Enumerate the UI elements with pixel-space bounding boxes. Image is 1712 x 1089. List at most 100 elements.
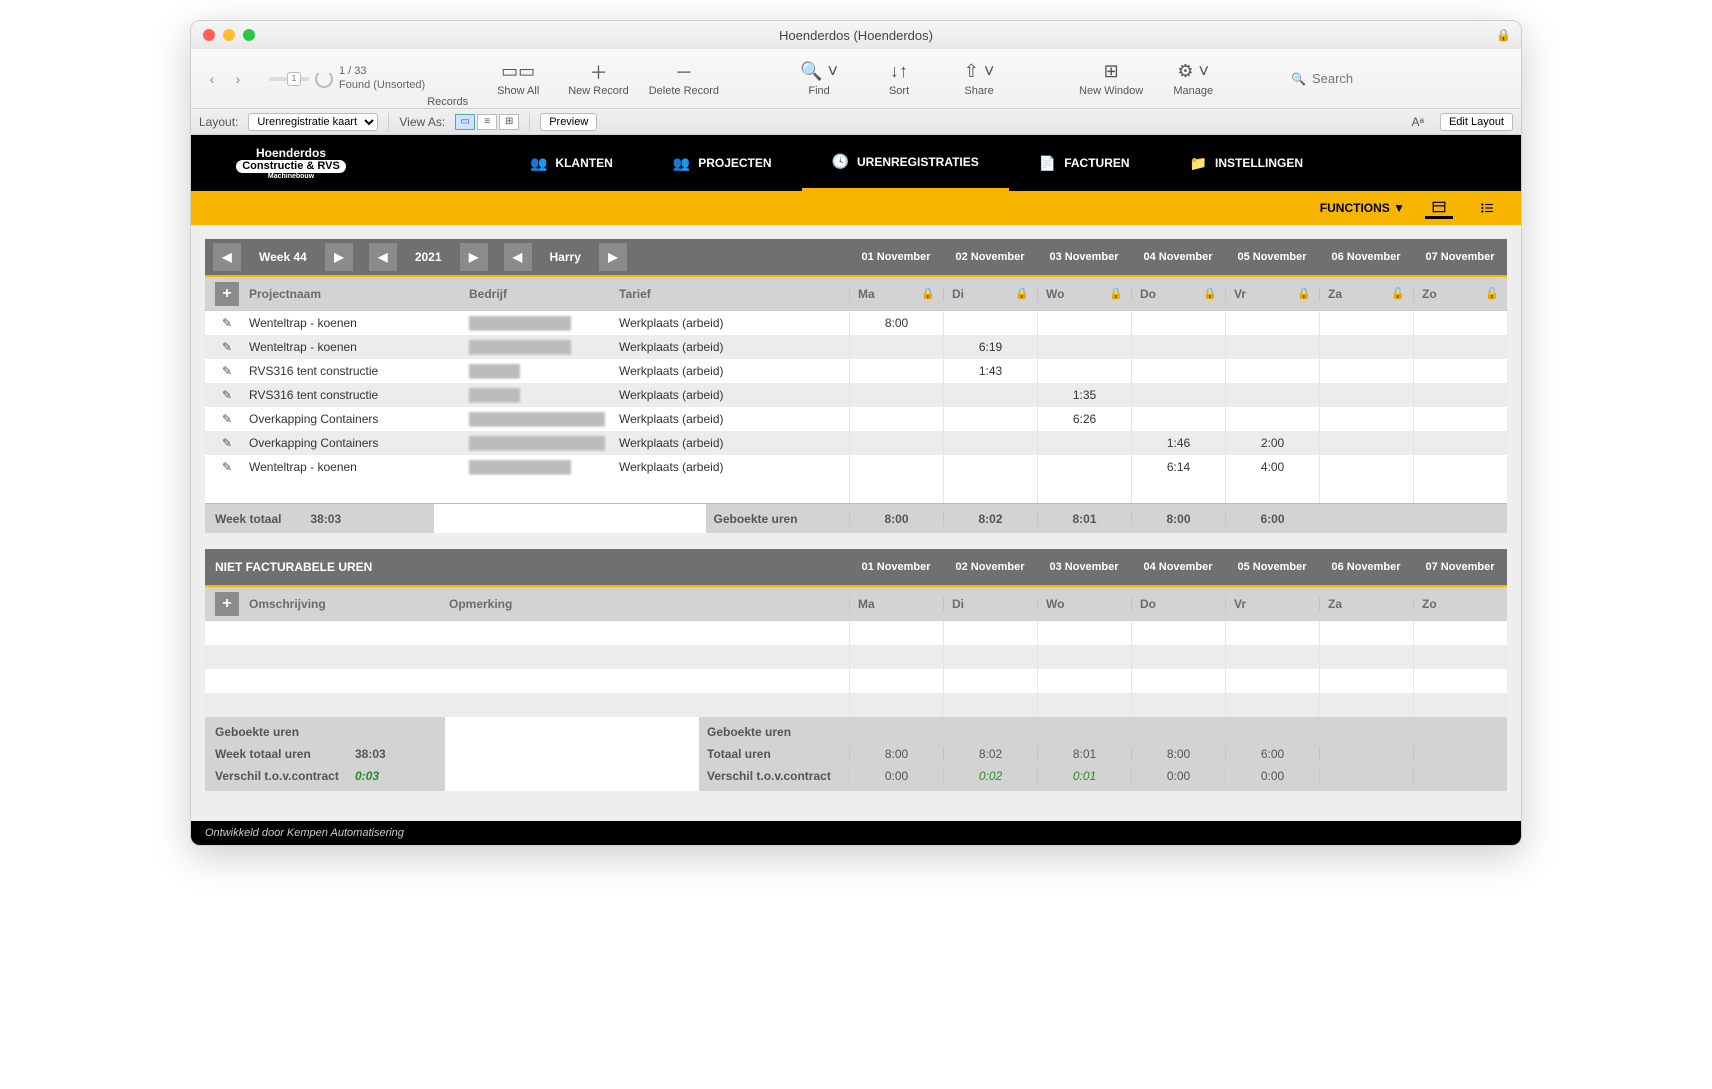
nav-projecten[interactable]: 👥 PROJECTEN: [643, 135, 802, 191]
next-year-button[interactable]: ▶: [460, 243, 488, 271]
hours-cell[interactable]: [1413, 383, 1507, 407]
hours-cell[interactable]: [1225, 359, 1319, 383]
add-non-billable-button[interactable]: +: [215, 592, 239, 616]
prev-record-button[interactable]: ‹: [201, 68, 223, 90]
hours-cell[interactable]: [1225, 669, 1319, 693]
hours-cell[interactable]: [1225, 621, 1319, 645]
edit-row-button[interactable]: ✎: [205, 388, 249, 402]
nav-urenregistraties[interactable]: 🕓 URENREGISTRATIES: [802, 135, 1009, 191]
hours-cell[interactable]: [1319, 669, 1413, 693]
hours-cell[interactable]: [1131, 359, 1225, 383]
show-all-button[interactable]: ▭▭ Show All: [488, 61, 548, 97]
search-input[interactable]: 🔍: [1291, 68, 1511, 90]
hours-cell[interactable]: [1037, 455, 1131, 479]
find-button[interactable]: 🔍 ˅ Find: [789, 61, 849, 97]
hours-cell[interactable]: [849, 407, 943, 431]
edit-row-button[interactable]: ✎: [205, 364, 249, 378]
hours-cell[interactable]: [943, 621, 1037, 645]
hours-cell[interactable]: [1037, 359, 1131, 383]
prev-week-button[interactable]: ◀: [213, 243, 241, 271]
hours-cell[interactable]: [943, 407, 1037, 431]
sort-button[interactable]: ↓↑ Sort: [869, 61, 929, 97]
view-list-button[interactable]: [1473, 197, 1501, 219]
hours-cell[interactable]: [1413, 645, 1507, 669]
new-window-button[interactable]: ⊞ New Window: [1079, 61, 1143, 97]
next-record-button[interactable]: ›: [227, 68, 249, 90]
prev-year-button[interactable]: ◀: [369, 243, 397, 271]
edit-row-button[interactable]: ✎: [205, 436, 249, 450]
hours-cell[interactable]: [1037, 645, 1131, 669]
hours-cell[interactable]: [943, 383, 1037, 407]
hours-cell[interactable]: [849, 335, 943, 359]
hours-cell[interactable]: [943, 431, 1037, 455]
preview-button[interactable]: Preview: [540, 113, 597, 131]
hours-cell[interactable]: [849, 455, 943, 479]
next-person-button[interactable]: ▶: [599, 243, 627, 271]
hours-cell[interactable]: [1225, 693, 1319, 717]
hours-cell[interactable]: [849, 621, 943, 645]
prev-person-button[interactable]: ◀: [504, 243, 532, 271]
hours-cell[interactable]: [943, 311, 1037, 335]
hours-cell[interactable]: [849, 669, 943, 693]
hours-cell[interactable]: [849, 383, 943, 407]
hours-cell[interactable]: [1225, 407, 1319, 431]
view-card-button[interactable]: [1425, 197, 1453, 219]
hours-cell[interactable]: [1225, 311, 1319, 335]
hours-cell[interactable]: [1413, 311, 1507, 335]
hours-cell[interactable]: [1037, 431, 1131, 455]
edit-row-button[interactable]: ✎: [205, 412, 249, 426]
hours-cell[interactable]: [1131, 669, 1225, 693]
hours-cell[interactable]: 1:46: [1131, 431, 1225, 455]
hours-cell[interactable]: [1037, 693, 1131, 717]
hours-cell[interactable]: [1413, 455, 1507, 479]
hours-cell[interactable]: 6:14: [1131, 455, 1225, 479]
hours-cell[interactable]: [1319, 383, 1413, 407]
hours-cell[interactable]: [849, 431, 943, 455]
hours-cell[interactable]: [1037, 335, 1131, 359]
hours-cell[interactable]: [943, 645, 1037, 669]
hours-cell[interactable]: [1225, 645, 1319, 669]
text-formatting-button[interactable]: Aᵃ: [1411, 115, 1423, 129]
hours-cell[interactable]: [1319, 359, 1413, 383]
hours-cell[interactable]: [1413, 359, 1507, 383]
nav-facturen[interactable]: 📄 FACTUREN: [1009, 135, 1160, 191]
hours-cell[interactable]: [1413, 693, 1507, 717]
edit-layout-button[interactable]: Edit Layout: [1440, 113, 1513, 131]
new-record-button[interactable]: ＋ New Record: [568, 61, 629, 97]
hours-cell[interactable]: [1319, 431, 1413, 455]
hours-cell[interactable]: [1131, 693, 1225, 717]
hours-cell[interactable]: [1413, 431, 1507, 455]
view-table-button[interactable]: ⊞: [499, 114, 519, 130]
hours-cell[interactable]: [1131, 311, 1225, 335]
hours-cell[interactable]: 6:26: [1037, 407, 1131, 431]
hours-cell[interactable]: 6:19: [943, 335, 1037, 359]
hours-cell[interactable]: 4:00: [1225, 455, 1319, 479]
view-list-button[interactable]: ≡: [477, 114, 497, 130]
nav-instellingen[interactable]: 📁 INSTELLINGEN: [1160, 135, 1333, 191]
hours-cell[interactable]: [1413, 669, 1507, 693]
delete-record-button[interactable]: － Delete Record: [649, 61, 719, 97]
hours-cell[interactable]: [1131, 407, 1225, 431]
hours-cell[interactable]: [1413, 621, 1507, 645]
hours-cell[interactable]: 8:00: [849, 311, 943, 335]
share-button[interactable]: ⇧ ˅ Share: [949, 61, 1009, 97]
hours-cell[interactable]: [849, 645, 943, 669]
hours-cell[interactable]: [1131, 621, 1225, 645]
layout-select[interactable]: Urenregistratie kaart: [248, 113, 378, 131]
hours-cell[interactable]: [1413, 407, 1507, 431]
hours-cell[interactable]: [1319, 407, 1413, 431]
hours-cell[interactable]: [1037, 311, 1131, 335]
hours-cell[interactable]: [1319, 335, 1413, 359]
hours-cell[interactable]: [1131, 383, 1225, 407]
hours-cell[interactable]: [1037, 621, 1131, 645]
edit-row-button[interactable]: ✎: [205, 460, 249, 474]
view-form-button[interactable]: ▭: [455, 114, 475, 130]
hours-cell[interactable]: [1131, 335, 1225, 359]
hours-cell[interactable]: 1:35: [1037, 383, 1131, 407]
next-week-button[interactable]: ▶: [325, 243, 353, 271]
hours-cell[interactable]: [1225, 335, 1319, 359]
hours-cell[interactable]: [1319, 621, 1413, 645]
manage-button[interactable]: ⚙ ˅ Manage: [1163, 61, 1223, 97]
hours-cell[interactable]: [943, 455, 1037, 479]
hours-cell[interactable]: [1319, 645, 1413, 669]
